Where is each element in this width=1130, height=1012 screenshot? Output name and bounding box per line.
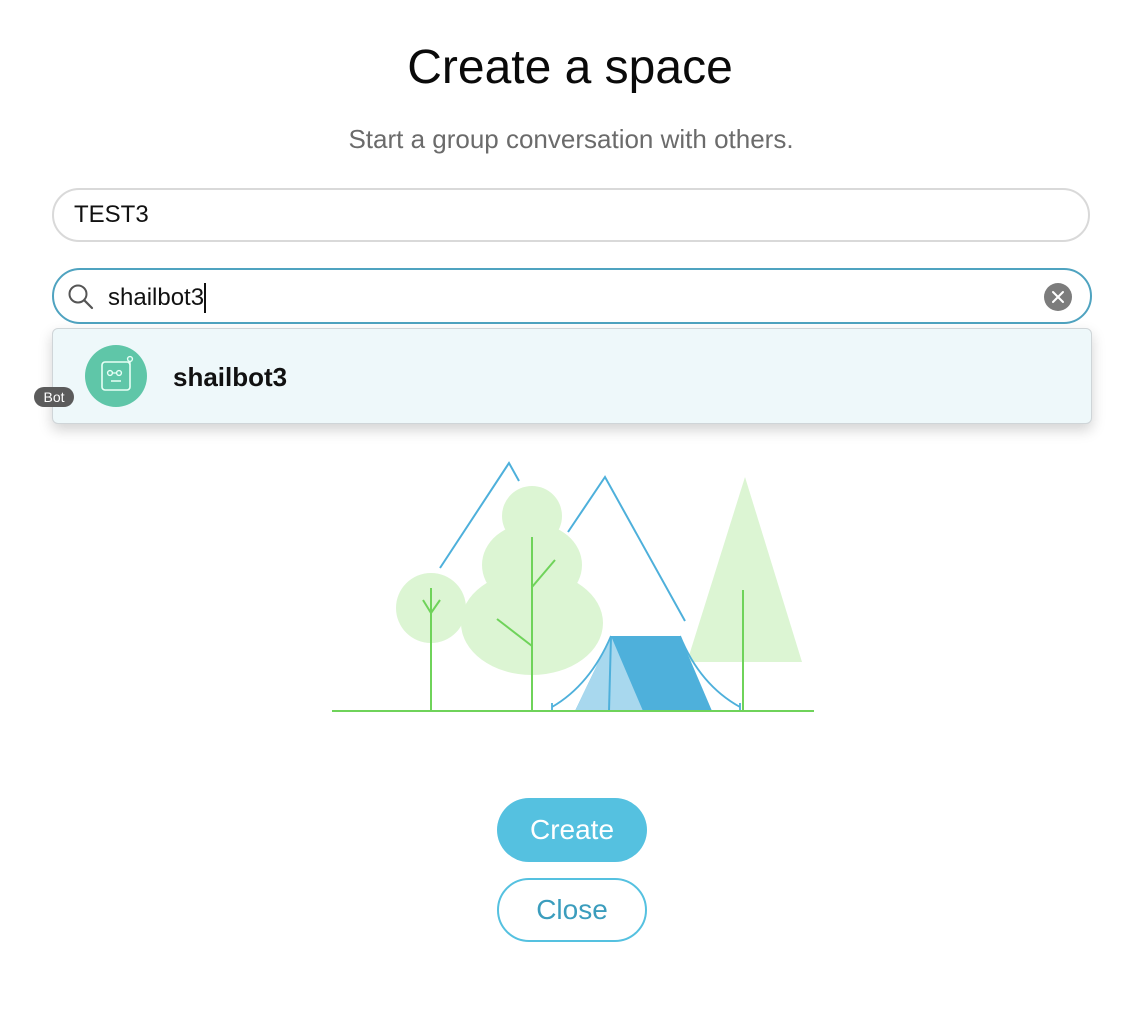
space-name-value: TEST3 — [74, 201, 149, 228]
clear-icon[interactable] — [1044, 283, 1072, 311]
space-name-input[interactable]: TEST3 — [52, 188, 1090, 242]
create-button[interactable]: Create — [497, 798, 647, 862]
pine-tree — [687, 477, 802, 662]
camping-illustration — [332, 461, 814, 712]
people-search-input[interactable]: shailbot3 — [52, 268, 1092, 324]
search-result-item[interactable]: shailbot3 — [53, 329, 1091, 423]
text-caret — [204, 283, 207, 313]
bot-avatar-icon — [85, 345, 147, 407]
search-result-name: shailbot3 — [173, 362, 288, 392]
search-value-wrapper: shailbot3 — [108, 283, 207, 313]
create-space-dialog: Create a space Start a group conversatio… — [0, 0, 1130, 1012]
search-results-dropdown: shailbot3 — [52, 328, 1092, 424]
close-glyph-icon — [1052, 291, 1064, 303]
bot-badge: Bot — [34, 387, 74, 407]
search-icon — [68, 284, 94, 310]
page-subtitle: Start a group conversation with others. — [348, 124, 794, 154]
page-title: Create a space — [407, 41, 733, 94]
close-button[interactable]: Close — [497, 878, 647, 942]
search-value: shailbot3 — [108, 284, 205, 311]
robot-icon — [101, 355, 134, 391]
